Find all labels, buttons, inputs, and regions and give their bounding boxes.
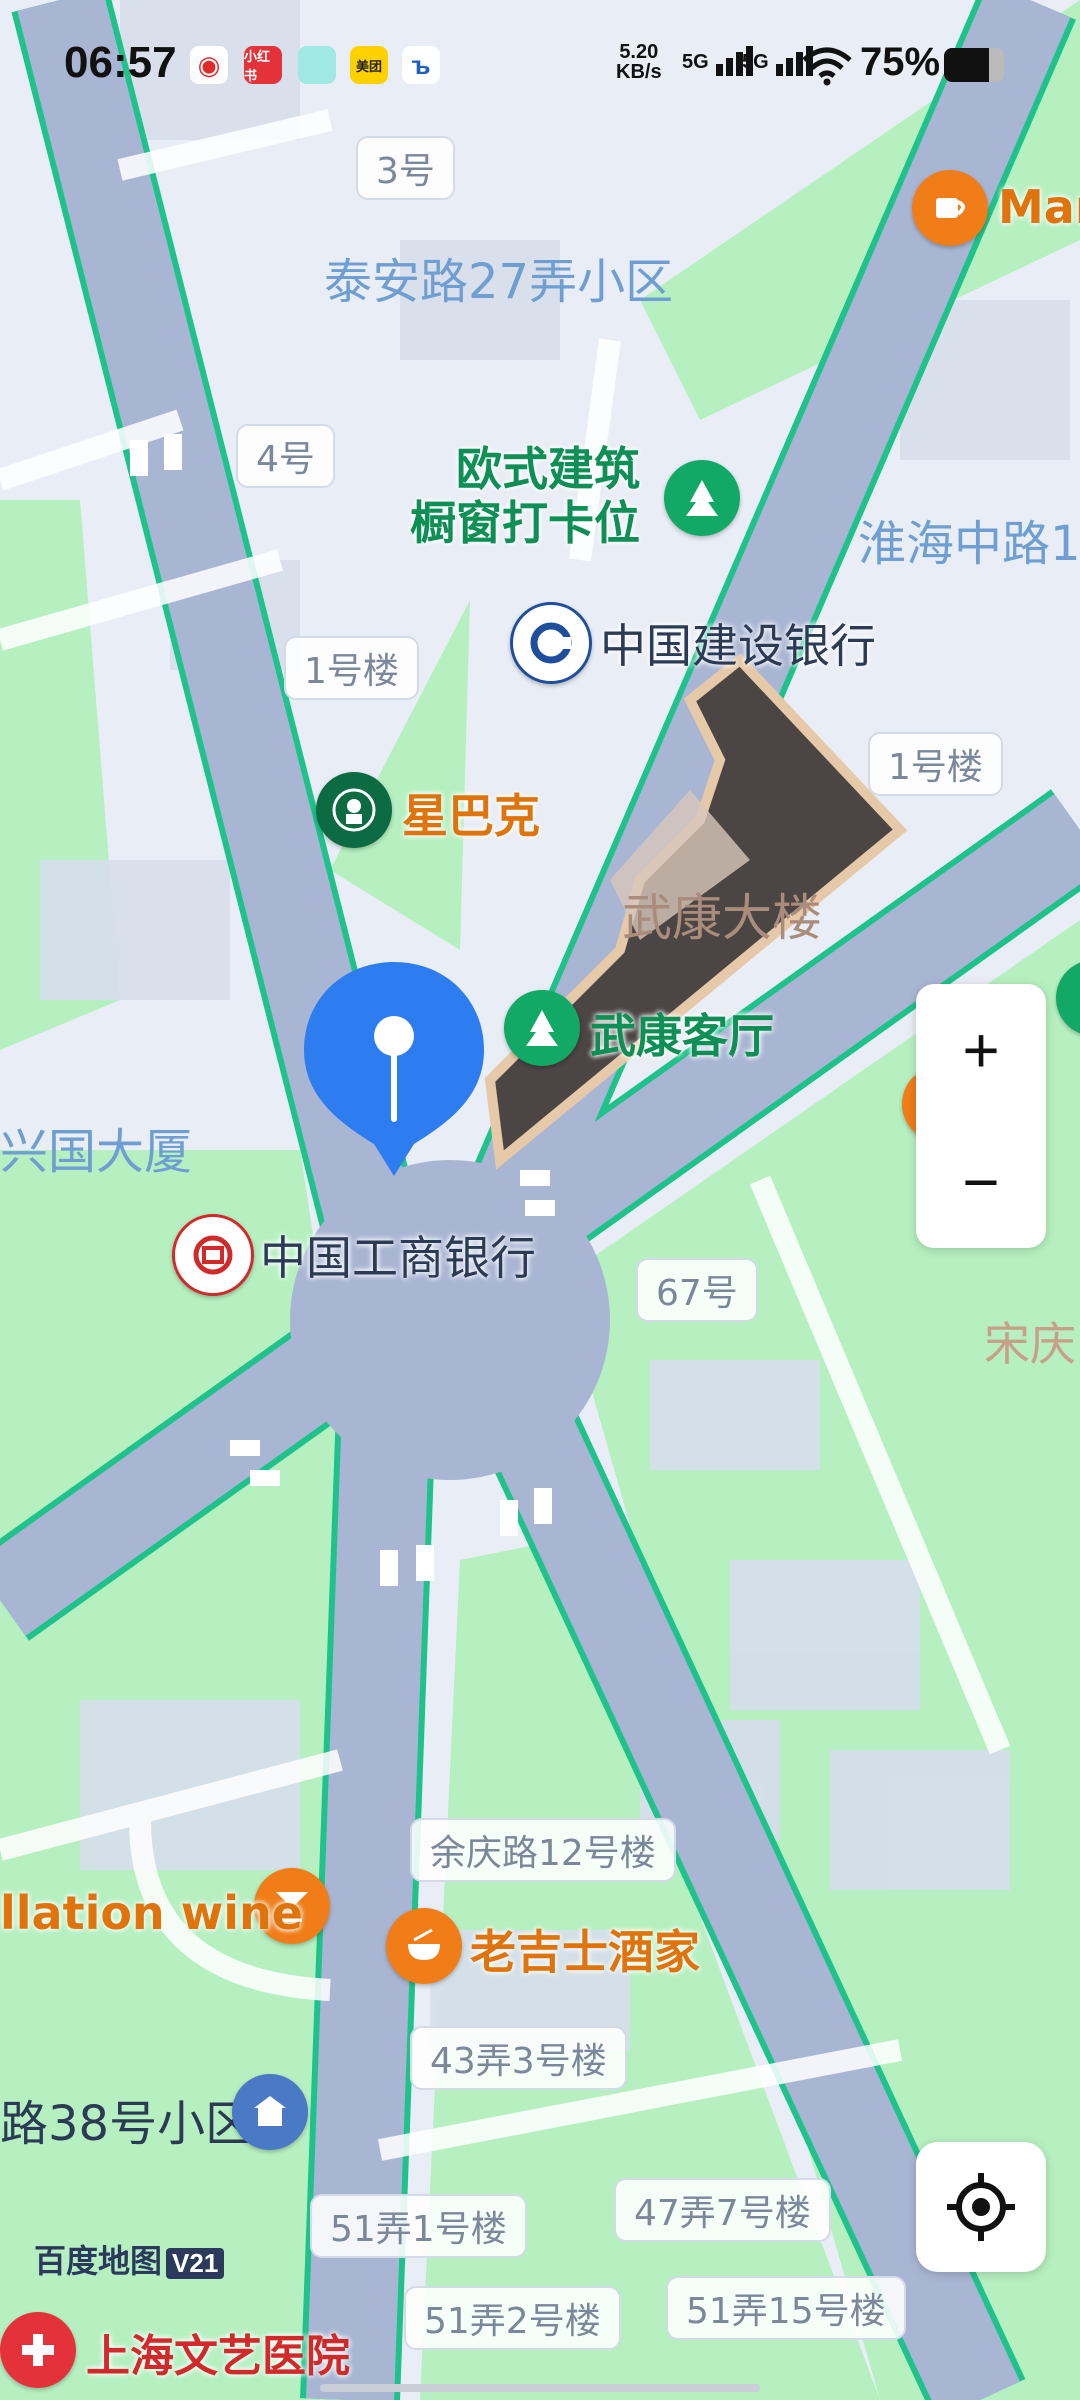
building-tag-3[interactable]: 3号	[356, 136, 455, 200]
tree-poi-icon[interactable]	[664, 460, 740, 536]
ccb-bank-icon[interactable]	[510, 602, 592, 684]
crosshair-icon	[947, 2173, 1015, 2241]
poi-manner[interactable]: Man	[998, 180, 1080, 234]
battery-icon	[944, 48, 1004, 82]
building-tag-4[interactable]: 4号	[236, 424, 335, 488]
area-label-xingguo: 兴国大厦	[0, 1124, 193, 1180]
status-bar: 06:57 ◉ 小红书 美团 ъ 5.20 KB/s 5G 5G 75%	[0, 0, 1080, 130]
app-icon	[298, 46, 336, 84]
zoom-out-button[interactable]: −	[916, 1116, 1046, 1248]
building-tag-51-1[interactable]: 51弄1号楼	[310, 2194, 527, 2258]
poi-laojishi[interactable]: 老吉士酒家	[470, 1916, 700, 1982]
building-tag-51-15[interactable]: 51弄15号楼	[666, 2276, 906, 2340]
starbucks-icon[interactable]	[316, 772, 392, 848]
locate-button[interactable]	[916, 2142, 1046, 2272]
building-tag-1b[interactable]: 1号楼	[868, 732, 1003, 796]
bank-app-icon: ъ	[402, 46, 440, 84]
location-pin[interactable]	[302, 958, 486, 1180]
meituan-icon: 美团	[350, 46, 388, 84]
poi-hospital[interactable]: 上海文艺医院	[86, 2320, 350, 2384]
poi-starbucks[interactable]: 星巴克	[402, 780, 540, 846]
building-tag-47-7[interactable]: 47弄7号楼	[614, 2178, 831, 2242]
building-tag-1a[interactable]: 1号楼	[284, 636, 419, 700]
coffee-icon[interactable]	[912, 170, 988, 246]
area-label-songqing: 宋庆	[984, 1317, 1076, 1371]
wukang-building-label: 武康大楼	[622, 889, 822, 947]
poi-european-architecture[interactable]: 欧式建筑 橱窗打卡位	[410, 442, 640, 550]
hospital-icon[interactable]	[0, 2312, 76, 2388]
building-tag-yuqing12[interactable]: 余庆路12号楼	[410, 1818, 676, 1882]
area-label-huaihai: 淮海中路1	[858, 516, 1080, 572]
battery-text: 75%	[860, 40, 941, 84]
zoom-control: + −	[916, 984, 1046, 1248]
poi-ccb[interactable]: 中国建设银行	[600, 610, 876, 676]
tree-poi-icon[interactable]	[504, 990, 580, 1066]
restaurant-icon[interactable]	[386, 1908, 462, 1984]
network-speed: 5.20 KB/s	[616, 41, 662, 83]
zoom-in-button[interactable]: +	[916, 984, 1046, 1116]
area-label-lu38: 路38号小区	[0, 2096, 254, 2152]
building-tag-67[interactable]: 67号	[636, 1258, 758, 1322]
poi-wine[interactable]: llation wine	[0, 1886, 303, 1940]
wifi-icon	[802, 47, 852, 86]
baidu-map-logo: 百度地图 V21	[34, 2236, 225, 2282]
poi-icbc[interactable]: 中国工商银行	[260, 1222, 536, 1288]
status-time: 06:57	[64, 38, 177, 87]
home-indicator[interactable]	[320, 2384, 760, 2392]
area-label-taian: 泰安路27弄小区	[324, 254, 674, 310]
icbc-bank-icon[interactable]	[172, 1214, 254, 1296]
weibo-icon: ◉	[190, 46, 228, 84]
building-tag-43-3[interactable]: 43弄3号楼	[410, 2026, 627, 2090]
intersection	[290, 1160, 610, 1480]
poi-wukang-hall[interactable]: 武康客厅	[590, 1000, 774, 1066]
building-tag-51-2[interactable]: 51弄2号楼	[404, 2286, 621, 2350]
residential-icon[interactable]	[232, 2074, 308, 2150]
xiaohongshu-icon: 小红书	[244, 46, 282, 84]
